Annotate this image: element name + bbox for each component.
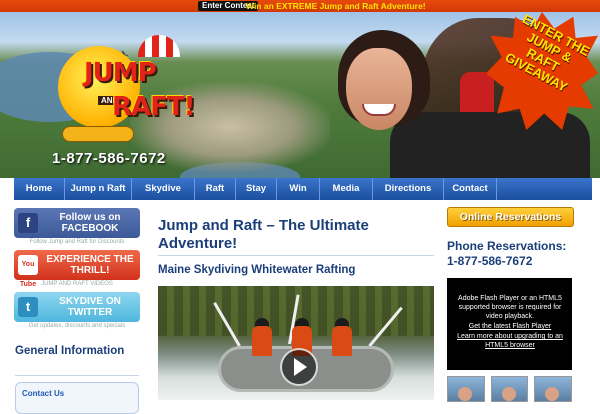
nav-stay[interactable]: Stay	[236, 178, 277, 200]
main-nav: Home Jump n Raft Skydive Raft Stay Win M…	[14, 178, 592, 200]
online-reservations-button[interactable]: Online Reservations	[447, 207, 574, 227]
nav-jump-n-raft[interactable]: Jump n Raft	[65, 178, 132, 200]
logo-raft-icon	[62, 126, 134, 142]
phone-reservations: Phone Reservations: 1-877-586-7672	[447, 239, 597, 269]
flash-video-box: Adobe Flash Player or an HTML5 supported…	[447, 278, 572, 370]
phone-reservations-label: Phone Reservations:	[447, 239, 567, 253]
general-info-heading: General Information	[15, 345, 125, 357]
youtube-label: EXPERIENCE THE THRILL!	[46, 254, 134, 276]
youtube-subtext: JUMP AND RAFT VIDEOS	[41, 281, 113, 287]
logo-raft-text: RAFT!	[112, 92, 195, 122]
rafter-image	[252, 326, 272, 356]
divider	[158, 255, 434, 256]
nav-raft[interactable]: Raft	[195, 178, 236, 200]
contact-box: Contact Us	[15, 382, 139, 414]
logo-jump-text: JUMP	[84, 58, 157, 88]
nav-skydive[interactable]: Skydive	[132, 178, 195, 200]
hero-banner: ✈ ✈ JUMP AND RAFT! 1-877-586-7672 ENTER …	[0, 12, 600, 178]
contest-link[interactable]: Win an EXTREME Jump and Raft Adventure!	[246, 0, 426, 12]
thumbnail-image[interactable]	[447, 376, 485, 402]
nav-win[interactable]: Win	[277, 178, 320, 200]
twitter-subtext: Get updates, discounts and specials	[28, 323, 126, 329]
get-flash-link[interactable]: Get the latest Flash Player	[451, 322, 569, 331]
nav-media[interactable]: Media	[320, 178, 373, 200]
youtube-icon: You Tube	[18, 255, 38, 288]
phone-reservations-number: 1-877-586-7672	[447, 254, 533, 268]
nav-directions[interactable]: Directions	[373, 178, 444, 200]
divider	[15, 375, 139, 376]
video-player[interactable]	[158, 286, 434, 400]
flash-required-text: Adobe Flash Player or an HTML5 supported…	[458, 295, 562, 320]
page-subtitle: Maine Skydiving Whitewater Rafting	[158, 264, 356, 276]
face-image	[346, 48, 412, 130]
facebook-label: Follow us on FACEBOOK	[59, 212, 121, 234]
twitter-button[interactable]: t SKYDIVE ON TWITTER	[14, 292, 140, 322]
parachute-icon	[138, 35, 180, 57]
facebook-subtext: Follow Jump and Raft for Discounts	[29, 239, 125, 245]
upgrade-html5-link[interactable]: Learn more about upgrading to an HTML5 b…	[451, 332, 569, 350]
contest-bar: Enter Contest Win an EXTREME Jump and Ra…	[0, 0, 600, 12]
twitter-label: SKYDIVE ON TWITTER	[59, 296, 121, 318]
thumbnail-strip	[447, 376, 573, 402]
twitter-icon: t	[18, 297, 38, 317]
page-title: Jump and Raft – The Ultimate Adventure!	[158, 217, 369, 252]
hero-phone: 1-877-586-7672	[52, 150, 166, 167]
youtube-button[interactable]: You Tube EXPERIENCE THE THRILL!	[14, 250, 140, 288]
thumbnail-image[interactable]	[490, 376, 529, 402]
contact-us-link[interactable]: Contact Us	[22, 389, 64, 398]
nav-contact[interactable]: Contact	[444, 178, 497, 200]
nav-home[interactable]: Home	[14, 178, 65, 200]
thumbnail-image[interactable]	[534, 376, 573, 402]
play-icon[interactable]	[280, 348, 318, 386]
facebook-icon: f	[18, 213, 38, 233]
facebook-button[interactable]: f Follow us on FACEBOOK	[14, 208, 140, 238]
flash-message: Adobe Flash Player or an HTML5 supported…	[451, 294, 569, 350]
rafter-image	[332, 326, 352, 356]
